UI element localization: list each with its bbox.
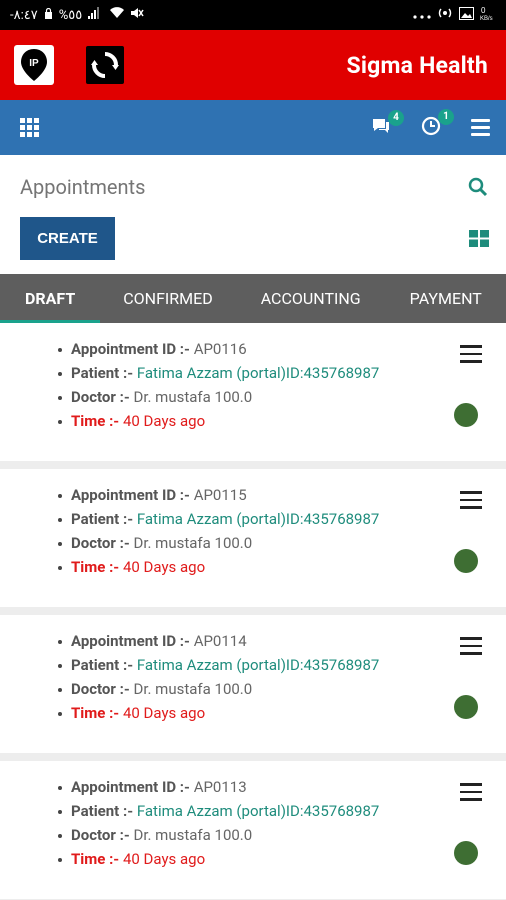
tab-draft[interactable]: DRAFT [0, 274, 101, 323]
patient-row: Patient :- Fatima Azzam (portal)ID:43576… [58, 799, 506, 823]
time-row: Time :- 40 Days ago [58, 409, 506, 433]
appointment-card[interactable]: Appointment ID :- AP0113 Patient :- Fati… [0, 761, 506, 899]
page-title: Appointments [20, 175, 146, 199]
doctor-row: Doctor :- Dr. mustafa 100.0 [58, 677, 506, 701]
doctor-row: Doctor :- Dr. mustafa 100.0 [58, 385, 506, 409]
status-bar: -٨:٤٧ %٥٥ 0 KB/s [0, 0, 506, 30]
appointment-id-row: Appointment ID :- AP0114 [58, 629, 506, 653]
kanban-view-icon[interactable] [469, 230, 489, 251]
create-button[interactable]: CREATE [20, 217, 115, 260]
status-indicator [454, 841, 478, 865]
time-row: Time :- 40 Days ago [58, 701, 506, 725]
activity-badge: 1 [438, 108, 454, 125]
tab-confirmed[interactable]: CONFIRMED [100, 274, 235, 323]
doctor-row: Doctor :- Dr. mustafa 100.0 [58, 823, 506, 847]
appointment-card[interactable]: Appointment ID :- AP0116 Patient :- Fati… [0, 323, 506, 461]
activity-button[interactable]: 1 [421, 108, 454, 140]
messages-button[interactable]: 4 [371, 109, 404, 139]
status-indicator [454, 403, 478, 427]
appointment-card[interactable]: Appointment ID :- AP0114 Patient :- Fati… [0, 615, 506, 753]
app-bar: IP Sigma Health [0, 30, 506, 100]
card-menu-icon[interactable] [460, 345, 482, 363]
sync-icon[interactable] [86, 46, 124, 84]
image-icon [459, 6, 474, 24]
brand-title: Sigma Health [346, 51, 488, 79]
doctor-row: Doctor :- Dr. mustafa 100.0 [58, 531, 506, 555]
status-tabs: DRAFT CONFIRMED ACCOUNTING PAYMENT [0, 274, 506, 323]
more-dots-icon [413, 8, 431, 23]
messages-badge: 4 [388, 109, 404, 126]
data-speed-icon: 0 KB/s [480, 5, 494, 25]
status-time: -٨:٤٧ [10, 7, 38, 23]
tab-accounting[interactable]: ACCOUNTING [236, 274, 386, 323]
wifi-icon [110, 7, 125, 23]
signal-icon [88, 7, 104, 23]
menu-icon[interactable] [471, 119, 490, 136]
apps-grid-icon[interactable] [20, 118, 39, 137]
status-right: 0 KB/s [413, 5, 494, 25]
status-indicator [454, 695, 478, 719]
appointment-id-row: Appointment ID :- AP0115 [58, 483, 506, 507]
appointment-list: Appointment ID :- AP0116 Patient :- Fati… [0, 323, 506, 899]
card-menu-icon[interactable] [460, 637, 482, 655]
time-row: Time :- 40 Days ago [58, 555, 506, 579]
appointment-id-row: Appointment ID :- AP0116 [58, 337, 506, 361]
lock-icon [44, 7, 53, 23]
status-indicator [454, 549, 478, 573]
mute-icon [130, 7, 144, 23]
location-logo-icon[interactable]: IP [14, 45, 54, 85]
card-menu-icon[interactable] [460, 491, 482, 509]
nav-bar: 4 1 [0, 100, 506, 155]
status-left: -٨:٤٧ %٥٥ [10, 7, 144, 23]
control-panel: Appointments CREATE [0, 155, 506, 274]
appointment-id-row: Appointment ID :- AP0113 [58, 775, 506, 799]
patient-row: Patient :- Fatima Azzam (portal)ID:43576… [58, 507, 506, 531]
search-icon[interactable] [468, 177, 488, 201]
logo-text: IP [29, 58, 39, 69]
card-menu-icon[interactable] [460, 783, 482, 801]
svg-text:0: 0 [481, 6, 486, 15]
tab-payment[interactable]: PAYMENT [386, 274, 506, 323]
svg-text:KB/s: KB/s [480, 16, 493, 21]
nav-actions: 4 1 [371, 108, 490, 140]
time-row: Time :- 40 Days ago [58, 847, 506, 871]
patient-row: Patient :- Fatima Azzam (portal)ID:43576… [58, 653, 506, 677]
patient-row: Patient :- Fatima Azzam (portal)ID:43576… [58, 361, 506, 385]
battery-percent: %٥٥ [58, 7, 83, 23]
hotspot-icon [437, 6, 453, 24]
appointment-card[interactable]: Appointment ID :- AP0115 Patient :- Fati… [0, 469, 506, 607]
